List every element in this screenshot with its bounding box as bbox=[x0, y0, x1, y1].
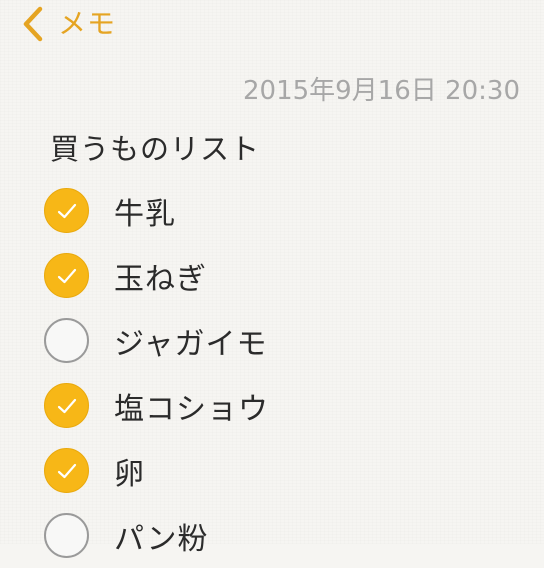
checklist-item-label[interactable]: 塩コショウ bbox=[114, 384, 269, 428]
chevron-left-icon bbox=[23, 6, 43, 42]
checkbox[interactable] bbox=[44, 253, 89, 298]
checklist-item-label[interactable]: パン粉 bbox=[114, 514, 209, 558]
checkbox[interactable] bbox=[44, 383, 89, 428]
note-title[interactable]: 買うものリスト bbox=[50, 126, 260, 168]
checklist-item: パン粉 bbox=[44, 503, 269, 568]
checkmark-icon bbox=[57, 203, 76, 218]
checkbox[interactable] bbox=[44, 188, 89, 233]
checklist-item-label[interactable]: 卵 bbox=[114, 449, 145, 493]
back-label: メモ bbox=[58, 7, 117, 40]
back-button[interactable]: メモ bbox=[18, 2, 116, 46]
checkbox[interactable] bbox=[44, 448, 89, 493]
checklist-item: 玉ねぎ bbox=[44, 243, 269, 308]
checkbox[interactable] bbox=[44, 318, 89, 363]
checkbox[interactable] bbox=[44, 513, 89, 558]
checklist-item-label[interactable]: 牛乳 bbox=[114, 189, 176, 233]
checkmark-icon bbox=[57, 268, 76, 283]
note-timestamp: 2015年9月16日 20:30 bbox=[243, 76, 520, 106]
checklist-item: ジャガイモ bbox=[44, 308, 269, 373]
checkmark-icon bbox=[57, 463, 76, 478]
checklist-item: 塩コショウ bbox=[44, 373, 269, 438]
checklist-item-label[interactable]: ジャガイモ bbox=[114, 319, 268, 363]
checkmark-icon bbox=[57, 398, 76, 413]
checklist-item: 卵 bbox=[44, 438, 269, 503]
checklist-item-label[interactable]: 玉ねぎ bbox=[114, 254, 207, 298]
checklist: 牛乳 玉ねぎ ジャガイモ 塩コショウ 卵 パン粉 bbox=[44, 178, 269, 568]
checklist-item: 牛乳 bbox=[44, 178, 269, 243]
